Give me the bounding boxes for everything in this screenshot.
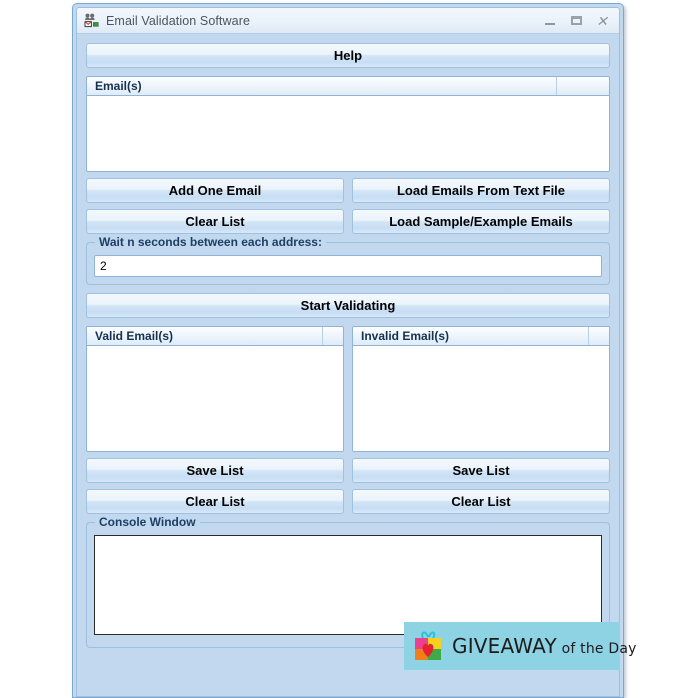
watermark-brand: GIVEAWAY — [452, 634, 557, 658]
email-validation-app-icon — [84, 13, 100, 29]
clear-valid-list-button[interactable]: Clear List — [86, 489, 344, 514]
email-list-header: Email(s) — [87, 77, 609, 96]
email-actions-row-2: Clear List Load Sample/Example Emails — [86, 209, 610, 234]
minimize-button[interactable] — [537, 11, 563, 31]
console-output-textarea[interactable] — [94, 535, 602, 635]
window-title: Email Validation Software — [106, 13, 251, 28]
email-actions-row-1: Add One Email Load Emails From Text File — [86, 178, 610, 203]
start-validating-button[interactable]: Start Validating — [86, 293, 610, 318]
clear-invalid-list-button[interactable]: Clear List — [352, 489, 610, 514]
valid-email-list-header: Valid Email(s) — [87, 327, 343, 346]
save-valid-list-button[interactable]: Save List — [86, 458, 344, 483]
help-button[interactable]: Help — [86, 43, 610, 68]
clear-email-list-button[interactable]: Clear List — [86, 209, 344, 234]
load-emails-from-text-file-button[interactable]: Load Emails From Text File — [352, 178, 610, 203]
window-controls: ✕ — [537, 11, 615, 31]
gift-box-logo-icon — [412, 630, 446, 662]
results-lists-row: Valid Email(s) Invalid Email(s) — [86, 326, 610, 452]
results-clear-row: Clear List Clear List — [86, 489, 610, 514]
application-window: Email Validation Software ✕ Help Email(s… — [72, 3, 624, 698]
invalid-column: Invalid Email(s) — [352, 326, 610, 452]
wait-seconds-input[interactable] — [94, 255, 602, 277]
results-save-row: Save List Save List — [86, 458, 610, 483]
close-button[interactable]: ✕ — [589, 11, 615, 31]
title-bar[interactable]: Email Validation Software ✕ — [77, 8, 619, 34]
valid-email-column-header: Valid Email(s) — [95, 329, 174, 343]
invalid-email-list-header: Invalid Email(s) — [353, 327, 609, 346]
valid-email-list[interactable]: Valid Email(s) — [86, 326, 344, 452]
giveaway-of-the-day-watermark: GIVEAWAY of the Day — [404, 622, 636, 670]
maximize-button[interactable] — [563, 11, 589, 31]
save-invalid-list-button[interactable]: Save List — [352, 458, 610, 483]
valid-column: Valid Email(s) — [86, 326, 344, 452]
column-splitter[interactable] — [588, 327, 589, 345]
column-splitter[interactable] — [556, 77, 557, 95]
invalid-email-list[interactable]: Invalid Email(s) — [352, 326, 610, 452]
watermark-suffix: of the Day — [556, 641, 637, 657]
invalid-email-column-header: Invalid Email(s) — [361, 329, 450, 343]
email-list-column-header: Email(s) — [95, 79, 142, 93]
wait-seconds-group: Wait n seconds between each address: — [86, 235, 610, 285]
load-sample-example-emails-button[interactable]: Load Sample/Example Emails — [352, 209, 610, 234]
main-content: Help Email(s) Add One Email Load Emails … — [77, 34, 619, 696]
window-inner-frame: Email Validation Software ✕ Help Email(s… — [76, 7, 620, 697]
email-list[interactable]: Email(s) — [86, 76, 610, 172]
add-one-email-button[interactable]: Add One Email — [86, 178, 344, 203]
console-window-legend: Console Window — [95, 515, 200, 529]
valid-email-list-body[interactable] — [87, 346, 343, 451]
email-list-body[interactable] — [87, 96, 609, 171]
wait-seconds-legend: Wait n seconds between each address: — [95, 235, 326, 249]
watermark-text: GIVEAWAY of the Day — [452, 634, 637, 658]
invalid-email-list-body[interactable] — [353, 346, 609, 451]
column-splitter[interactable] — [322, 327, 323, 345]
